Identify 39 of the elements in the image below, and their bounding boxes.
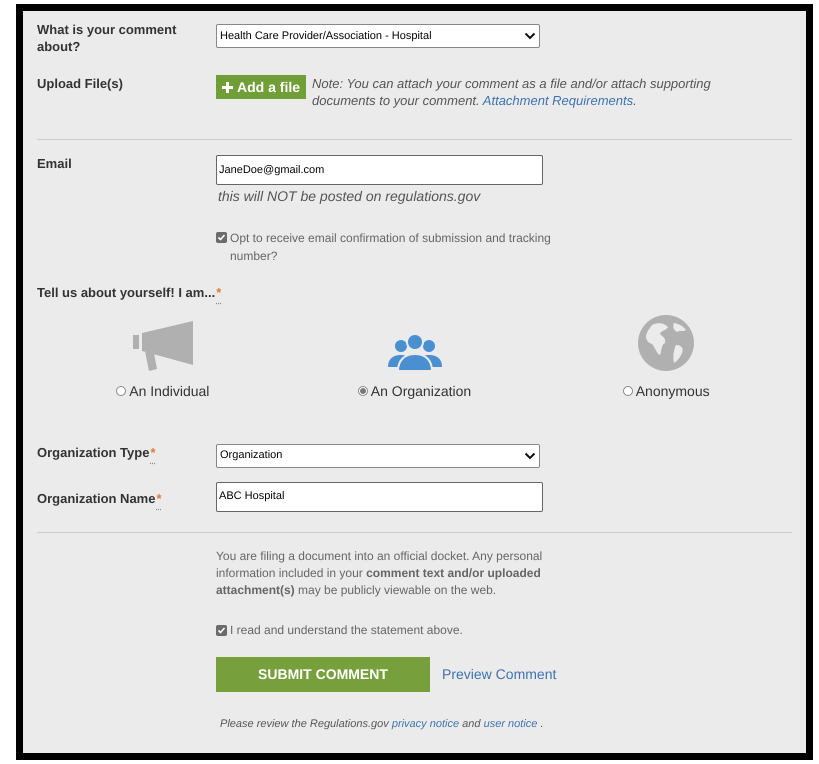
radio-label: Anonymous xyxy=(636,382,710,401)
email-hint: this will NOT be posted on regulations.gov xyxy=(218,187,482,206)
email-field[interactable]: JaneDoe@gmail.com xyxy=(216,155,543,185)
user-notice-link[interactable]: user notice xyxy=(484,718,538,730)
disclosure-text: You are filing a document into an official docket. Any personal information included in your comment text and/or uploaded attachment(s) may be publicly viewable on the web. xyxy=(216,548,544,598)
plus-icon xyxy=(222,82,233,92)
select-field[interactable]: Organization xyxy=(216,444,540,468)
preview-comment-link[interactable]: Preview Comment xyxy=(442,664,556,684)
radio-label: An Individual xyxy=(129,382,210,400)
field-label: Upload File(s) xyxy=(37,76,123,91)
globe-icon xyxy=(638,314,694,370)
radio-button[interactable] xyxy=(358,386,368,396)
select-field[interactable]: Health Care Provider/Association - Hospital xyxy=(216,24,540,48)
field-label: What is your comment about? xyxy=(37,22,176,54)
organization-name-field[interactable]: ABC Hospital xyxy=(216,482,543,512)
checkbox-label: I read and understand the statement above. xyxy=(230,622,463,636)
field-label: Email xyxy=(37,156,72,171)
upload-note: Note: You can attach your comment as a file and/or attach supporting documents to your comment. Attachment Requirements. xyxy=(312,75,712,109)
chevron-down-icon xyxy=(524,452,536,460)
required-mark: * xyxy=(156,490,162,506)
section-label: Tell us about yourself! I am... xyxy=(37,285,216,300)
required-mark: * xyxy=(150,444,156,460)
people-icon xyxy=(388,332,442,370)
submit-comment-button[interactable]: SUBMIT COMMENT xyxy=(216,656,430,692)
checkbox-label: Opt to receive email confirmation of submission and tracking number? xyxy=(230,230,552,265)
radio-label: An Organization xyxy=(370,382,472,401)
add-file-button[interactable]: Add a file xyxy=(216,75,306,99)
privacy-notice-link[interactable]: privacy notice xyxy=(392,718,460,730)
attachment-requirements-link[interactable]: Attachment Requirements xyxy=(482,93,634,108)
radio-button[interactable] xyxy=(116,386,126,396)
chevron-down-icon xyxy=(524,32,536,40)
checkbox[interactable] xyxy=(216,624,227,636)
checkbox[interactable] xyxy=(216,232,227,243)
radio-button[interactable] xyxy=(622,386,633,396)
footer-note: Please review the Regulations.gov privacy notice and user notice . xyxy=(220,716,545,732)
megaphone-icon xyxy=(132,320,193,370)
required-mark: * xyxy=(216,285,222,300)
field-label: Organization Type xyxy=(37,444,150,460)
field-label: Organization Name xyxy=(37,490,156,506)
